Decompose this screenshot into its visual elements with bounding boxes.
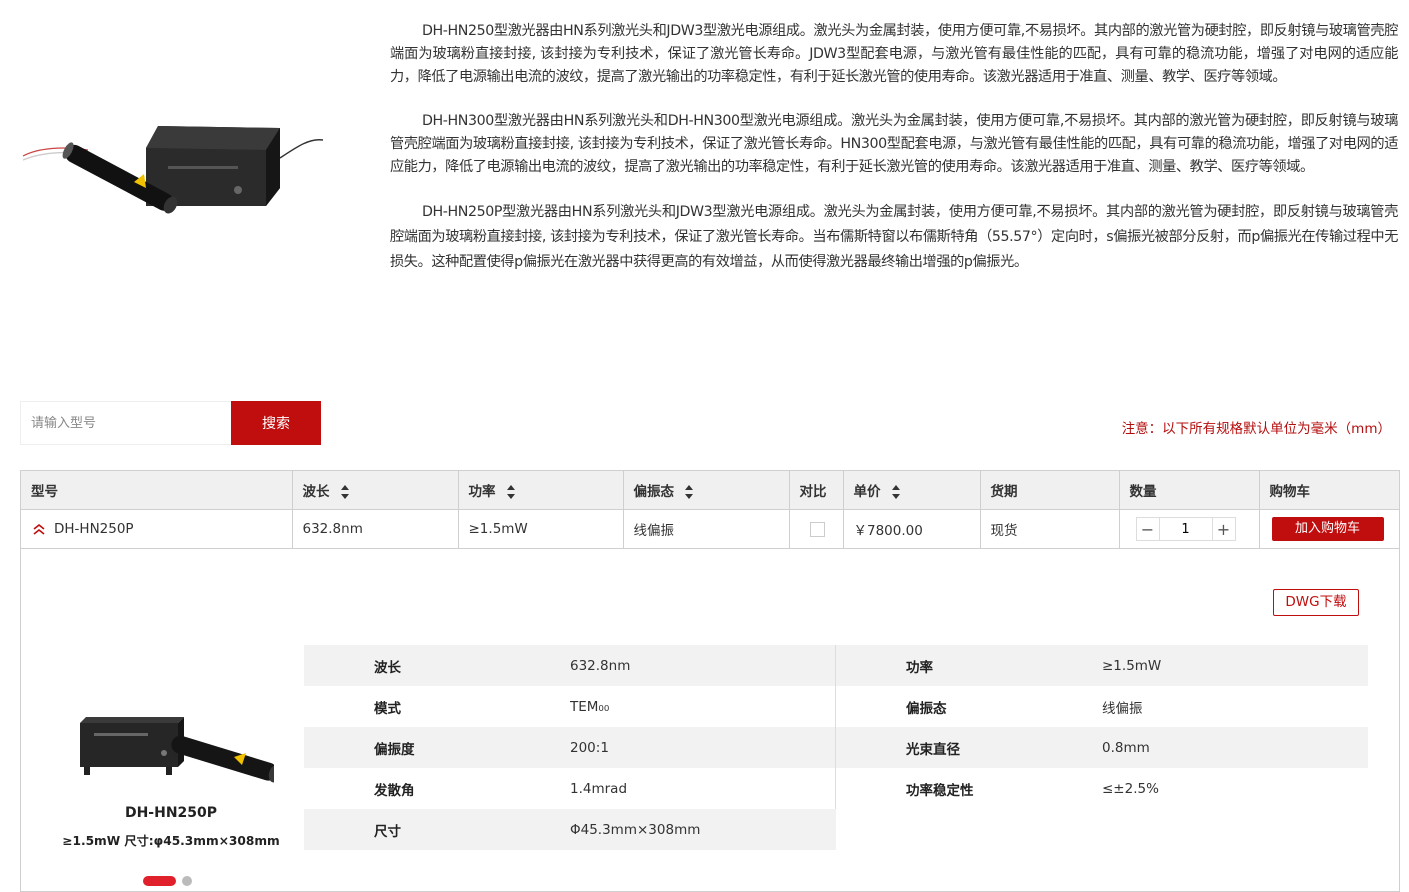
- attr-polarization: 偏振态 线偏振: [836, 686, 1368, 727]
- cell-model[interactable]: DH-HN250P: [21, 509, 293, 549]
- header-polarization[interactable]: 偏振态: [623, 471, 790, 510]
- header-model: 型号: [21, 471, 293, 510]
- model-search: 搜索: [20, 401, 321, 445]
- laser-system-photo: [18, 118, 326, 230]
- cell-stock: 现货: [980, 509, 1120, 549]
- cell-polarization: 线偏振: [623, 509, 790, 549]
- attr-label: 光束直径: [906, 741, 960, 758]
- cell-wavelength: 632.8nm: [292, 509, 459, 549]
- cell-power: ≥1.5mW: [458, 509, 624, 549]
- carousel-dot[interactable]: [182, 876, 192, 886]
- sort-icon[interactable]: [684, 484, 694, 500]
- image-carousel-dots: [143, 876, 192, 886]
- attr-label: 偏振态: [906, 700, 947, 717]
- header-compare: 对比: [789, 471, 844, 510]
- product-description: DH-HN250型激光器由HN系列激光头和JDW3型激光电源组成。激光头为金属封…: [390, 20, 1398, 296]
- product-summary: ≥1.5mW 尺寸:φ45.3mm×308mm: [62, 834, 280, 848]
- attr-value: 200:1: [570, 739, 609, 756]
- decrement-button[interactable]: −: [1135, 517, 1160, 541]
- attr-divergence: 发散角 1.4mrad: [304, 768, 836, 809]
- attr-value: Φ45.3mm×308mm: [570, 821, 701, 838]
- header-stock-label: 货期: [990, 484, 1018, 500]
- attr-dimensions: 尺寸 Φ45.3mm×308mm: [304, 809, 836, 850]
- attr-label: 功率稳定性: [906, 782, 974, 799]
- header-price[interactable]: 单价: [843, 471, 981, 510]
- attr-power-stability: 功率稳定性 ≤±2.5%: [836, 768, 1368, 809]
- intro-paragraph-hn300: DH-HN300型激光器由HN系列激光头和DH-HN300型激光电源组成。激光头…: [390, 113, 1398, 175]
- attr-row: 尺寸 Φ45.3mm×308mm: [304, 809, 1370, 850]
- increment-button[interactable]: +: [1211, 517, 1236, 541]
- attr-value: ≤±2.5%: [1102, 780, 1159, 797]
- header-cart-label: 购物车: [1269, 484, 1311, 500]
- cell-compare: [789, 509, 844, 549]
- product-name: DH-HN250P: [124, 805, 218, 821]
- attr-mode: 模式 TEM₀₀: [304, 686, 836, 727]
- carousel-dot-active[interactable]: [143, 876, 176, 886]
- attr-wavelength: 波长 632.8nm: [304, 645, 836, 686]
- product-table: 型号 波长 功率 偏振态 对比 单价 货期 数量 购物车 DH-HN250P 6…: [21, 471, 1399, 549]
- table-row: DH-HN250P 632.8nm ≥1.5mW 线偏振 ￥7800.00 现货…: [21, 509, 1399, 549]
- product-detail-photo: [74, 711, 282, 801]
- header-stock: 货期: [980, 471, 1120, 510]
- cell-cart: 加入购物车: [1259, 509, 1399, 549]
- add-to-cart-button[interactable]: 加入购物车: [1271, 517, 1384, 541]
- cell-price: ￥7800.00: [843, 509, 981, 549]
- attr-label: 偏振度: [374, 741, 415, 758]
- header-cart: 购物车: [1259, 471, 1399, 510]
- attr-value: ≥1.5mW: [1102, 657, 1162, 674]
- attr-power: 功率 ≥1.5mW: [836, 645, 1368, 686]
- search-button[interactable]: 搜索: [231, 401, 321, 445]
- header-power[interactable]: 功率: [458, 471, 624, 510]
- attr-value: 632.8nm: [570, 657, 631, 674]
- header-quantity-label: 数量: [1129, 484, 1157, 500]
- spec-attributes: 波长 632.8nm 功率 ≥1.5mW 模式 TEM₀₀ 偏振态 线偏振 偏振…: [304, 645, 1370, 850]
- header-quantity: 数量: [1119, 471, 1260, 510]
- header-model-label: 型号: [31, 484, 58, 500]
- collapse-chevron-icon[interactable]: [32, 523, 46, 535]
- attr-empty: [836, 809, 1368, 850]
- attr-value: 1.4mrad: [570, 780, 628, 797]
- attr-label: 尺寸: [374, 823, 401, 840]
- header-polarization-label: 偏振态: [633, 484, 675, 500]
- unit-note: 注意：以下所有规格默认单位为毫米（mm）: [1121, 421, 1391, 437]
- attr-beam-diameter: 光束直径 0.8mm: [836, 727, 1368, 768]
- attr-row: 发散角 1.4mrad 功率稳定性 ≤±2.5%: [304, 768, 1370, 809]
- attr-value: 线偏振: [1102, 700, 1143, 717]
- attr-value: 0.8mm: [1102, 739, 1150, 756]
- product-table-panel: 型号 波长 功率 偏振态 对比 单价 货期 数量 购物车 DH-HN250P 6…: [20, 470, 1400, 892]
- model-search-input[interactable]: [21, 402, 231, 444]
- cell-model-value: DH-HN250P: [54, 521, 134, 537]
- cell-quantity: − +: [1119, 509, 1260, 549]
- intro-paragraph-hn250p: DH-HN250P型激光器由HN系列激光头和JDW3型激光电源组成。激光头为金属…: [390, 204, 1398, 270]
- attr-label: 功率: [906, 659, 933, 676]
- header-power-label: 功率: [468, 484, 496, 500]
- attr-polarization-ratio: 偏振度 200:1: [304, 727, 836, 768]
- attr-value: TEM₀₀: [570, 698, 610, 715]
- attr-row: 偏振度 200:1 光束直径 0.8mm: [304, 727, 1370, 768]
- sort-icon[interactable]: [340, 484, 350, 500]
- dwg-download-button[interactable]: DWG下载: [1273, 589, 1359, 616]
- attr-label: 发散角: [374, 782, 415, 799]
- attr-row: 波长 632.8nm 功率 ≥1.5mW: [304, 645, 1370, 686]
- header-wavelength-label: 波长: [302, 484, 330, 500]
- compare-checkbox[interactable]: [809, 521, 825, 537]
- attr-label: 模式: [374, 700, 401, 717]
- attr-row: 模式 TEM₀₀ 偏振态 线偏振: [304, 686, 1370, 727]
- intro-paragraph-hn250: DH-HN250型激光器由HN系列激光头和JDW3型激光电源组成。激光头为金属封…: [390, 23, 1398, 85]
- header-price-label: 单价: [853, 484, 881, 500]
- header-wavelength[interactable]: 波长: [292, 471, 459, 510]
- sort-icon[interactable]: [891, 484, 901, 500]
- quantity-input[interactable]: [1159, 517, 1212, 541]
- quantity-stepper: − +: [1135, 517, 1236, 541]
- table-header-row: 型号 波长 功率 偏振态 对比 单价 货期 数量 购物车: [21, 471, 1399, 510]
- header-compare-label: 对比: [799, 484, 827, 500]
- attr-label: 波长: [374, 659, 401, 676]
- sort-icon[interactable]: [506, 484, 516, 500]
